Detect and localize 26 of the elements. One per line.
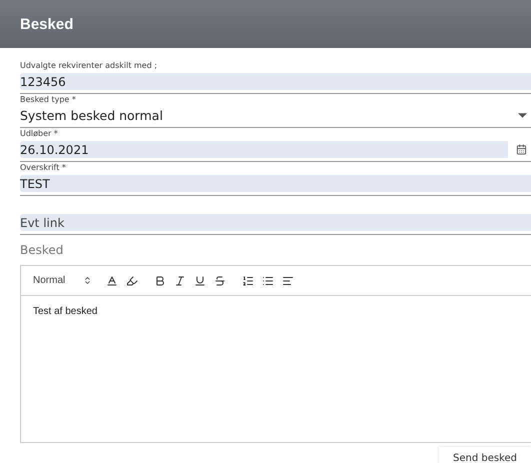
numbered-list-icon[interactable]: [242, 274, 254, 286]
editor-label: Besked: [20, 243, 64, 257]
align-left-icon[interactable]: [282, 274, 294, 286]
highlight-icon[interactable]: [126, 274, 138, 286]
input-field[interactable]: 123456: [20, 73, 531, 90]
calendar-icon[interactable]: [516, 144, 527, 155]
date-field[interactable]: 26.10.2021: [20, 141, 508, 158]
editor-content: Test af besked: [32, 305, 98, 319]
updown-caret-icon: [83, 276, 92, 285]
dropdown-caret-icon: [518, 113, 527, 118]
strikethrough-icon[interactable]: [214, 274, 226, 286]
field-label: Udvalgte rekvirenter adskilt med ;: [20, 60, 158, 71]
text-editor[interactable]: Normal Test af besked: [20, 265, 531, 443]
underline-icon[interactable]: [194, 274, 206, 286]
font-color-icon[interactable]: [106, 274, 118, 286]
field-label: Udløber *: [20, 128, 59, 139]
input-field[interactable]: TEST: [20, 175, 531, 192]
send-button[interactable]: Send besked: [438, 447, 531, 463]
input-field[interactable]: Evt link: [20, 214, 531, 231]
field-label: Overskrift *: [20, 162, 67, 173]
select-field[interactable]: System besked normal: [20, 107, 531, 128]
italic-icon[interactable]: [174, 274, 186, 286]
dialog-title: Besked: [20, 16, 74, 32]
field-label: Besked type *: [20, 94, 77, 105]
format-select[interactable]: Normal: [33, 275, 92, 286]
bold-icon[interactable]: [154, 274, 166, 286]
